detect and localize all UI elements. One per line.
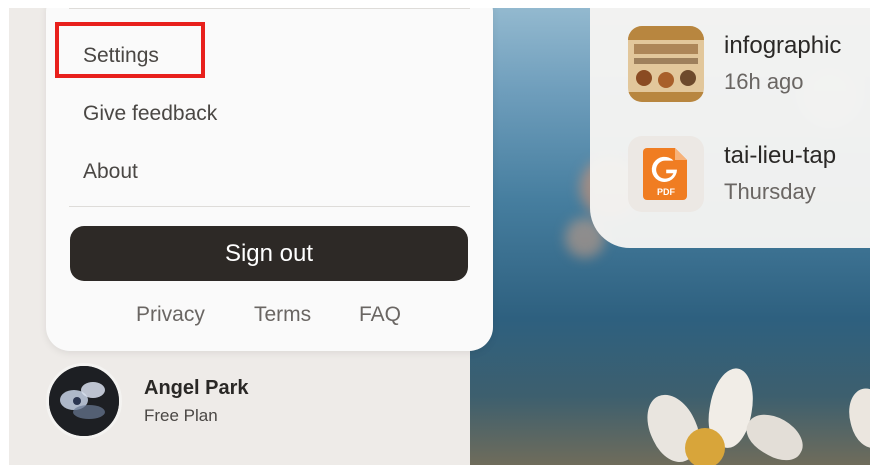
sign-out-button[interactable]: Sign out	[70, 226, 468, 281]
pdf-file-icon: PDF	[628, 136, 704, 212]
file-time: 16h ago	[724, 69, 804, 94]
privacy-link[interactable]: Privacy	[136, 303, 205, 327]
faq-link[interactable]: FAQ	[359, 303, 401, 327]
recent-files-panel: infographic 16h ago PDF tai-lieu-tap Thu…	[590, 8, 870, 248]
menu-item-about[interactable]: About	[83, 159, 138, 185]
badge-avatar-icon	[49, 366, 119, 436]
menu-item-settings[interactable]: Settings	[83, 43, 159, 69]
file-time: Thursday	[724, 179, 816, 204]
recent-file-item[interactable]: PDF tai-lieu-tap Thursday	[628, 136, 836, 212]
terms-link[interactable]: Terms	[254, 303, 311, 327]
user-plan: Free Plan	[144, 405, 218, 425]
infographic-thumbnail-icon	[628, 26, 704, 102]
divider	[69, 8, 470, 9]
file-name: tai-lieu-tap	[724, 142, 837, 169]
avatar	[46, 363, 122, 439]
divider	[69, 206, 470, 207]
file-name: infographic	[724, 32, 842, 59]
menu-item-give-feedback[interactable]: Give feedback	[83, 101, 217, 127]
user-name: Angel Park	[144, 376, 249, 399]
recent-file-item[interactable]: infographic 16h ago	[628, 26, 841, 102]
user-profile[interactable]: Angel Park Free Plan	[46, 363, 248, 439]
account-menu: Settings Give feedback About Sign out Pr…	[46, 8, 493, 351]
svg-text:PDF: PDF	[657, 187, 676, 197]
screen: infographic 16h ago PDF tai-lieu-tap Thu…	[9, 8, 870, 465]
